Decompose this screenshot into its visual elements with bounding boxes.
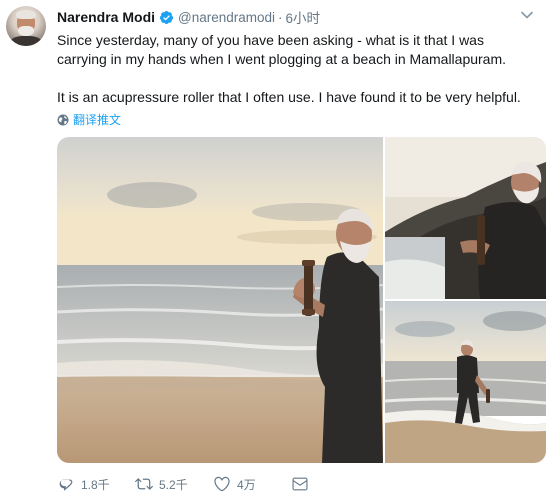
tweet-time[interactable]: 6小时 (286, 7, 321, 27)
tweet-actions: 1.8千 5.2千 4万 (57, 474, 309, 494)
reply-button[interactable]: 1.8千 (57, 475, 135, 493)
separator-dot: · (278, 9, 283, 25)
reply-count: 1.8千 (81, 477, 110, 492)
translate-tweet-link[interactable]: 翻译推文 (57, 111, 121, 128)
like-button[interactable]: 4万 (213, 475, 291, 493)
verified-badge-icon (159, 10, 174, 24)
retweet-count: 5.2千 (159, 477, 188, 492)
tweet-text: Since yesterday, many of you have been a… (57, 31, 537, 107)
photo-main[interactable] (57, 137, 383, 463)
globe-icon (57, 114, 69, 125)
photo-bottom-right[interactable] (385, 301, 546, 463)
tweet-header: Narendra Modi @narendramodi · 6小时 (57, 8, 320, 26)
avatar[interactable] (6, 6, 46, 46)
tweet-paragraph-2: It is an acupressure roller that I often… (57, 89, 521, 105)
like-count: 4万 (237, 477, 256, 492)
retweet-button[interactable]: 5.2千 (135, 475, 213, 493)
tweet: Narendra Modi @narendramodi · 6小时 Since … (0, 0, 554, 497)
translate-label: 翻译推文 (73, 113, 122, 127)
retweet-icon (135, 478, 153, 490)
photo-top-right[interactable] (385, 137, 546, 299)
tweet-paragraph-1: Since yesterday, many of you have been a… (57, 32, 507, 67)
like-icon (214, 476, 230, 492)
reply-icon (59, 479, 73, 491)
tweet-media-grid (57, 137, 546, 463)
chevron-down-icon[interactable] (520, 10, 534, 20)
message-button[interactable] (291, 475, 309, 493)
author-handle[interactable]: @narendramodi (178, 10, 275, 25)
message-icon (292, 477, 308, 491)
author-name[interactable]: Narendra Modi (57, 9, 155, 25)
